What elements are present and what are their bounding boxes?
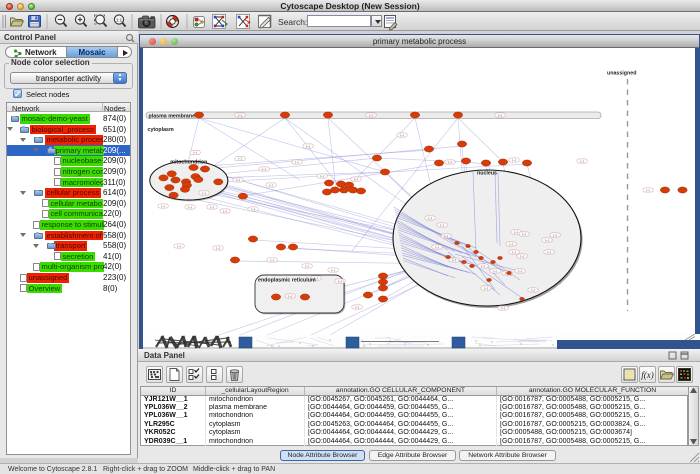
svg-text:[---]: [---] <box>355 305 360 309</box>
svg-text:[---]: [---] <box>522 232 527 236</box>
svg-text:[---]: [---] <box>501 306 506 310</box>
svg-text:[---]: [---] <box>646 188 651 192</box>
svg-text:mitochondrion: mitochondrion <box>170 160 207 166</box>
svg-text:[---]: [---] <box>238 157 243 161</box>
svg-text:[---]: [---] <box>251 207 256 211</box>
svg-text:[---]: [---] <box>545 238 550 242</box>
svg-text:[---]: [---] <box>354 177 359 181</box>
svg-text:[---]: [---] <box>320 174 325 178</box>
svg-text:[---]: [---] <box>210 205 215 209</box>
svg-text:plasma membrane: plasma membrane <box>149 113 196 119</box>
svg-text:[---]: [---] <box>518 269 523 273</box>
svg-text:[---]: [---] <box>512 158 517 162</box>
svg-text:[---]: [---] <box>331 268 336 272</box>
svg-text:[---]: [---] <box>553 233 558 237</box>
svg-text:[---]: [---] <box>236 178 241 182</box>
svg-text:[---]: [---] <box>305 264 310 268</box>
svg-text:nucleus: nucleus <box>477 171 497 177</box>
svg-text:[---]: [---] <box>452 258 457 262</box>
svg-text:[---]: [---] <box>400 133 405 137</box>
svg-text:[---]: [---] <box>520 254 525 258</box>
svg-text:[---]: [---] <box>580 159 585 163</box>
svg-text:[---]: [---] <box>514 230 519 234</box>
svg-text:[---]: [---] <box>509 242 514 246</box>
svg-text:[---]: [---] <box>262 167 267 171</box>
svg-text:[---]: [---] <box>498 113 503 117</box>
svg-text:[---]: [---] <box>444 234 449 238</box>
svg-text:[---]: [---] <box>177 244 182 248</box>
svg-text:endoplasmic reticulum: endoplasmic reticulum <box>258 278 316 284</box>
svg-text:[---]: [---] <box>481 264 486 268</box>
svg-text:cytoplasm: cytoplasm <box>148 127 174 133</box>
svg-text:[---]: [---] <box>435 245 440 249</box>
svg-text:[---]: [---] <box>428 216 433 220</box>
svg-text:[---]: [---] <box>295 160 300 164</box>
svg-text:[---]: [---] <box>547 250 552 254</box>
svg-text:1:1: 1:1 <box>116 17 123 22</box>
svg-text:[---]: [---] <box>493 269 498 273</box>
svg-text:[---]: [---] <box>484 286 489 290</box>
svg-text:[---]: [---] <box>338 279 343 283</box>
svg-text:f(x): f(x) <box>641 370 654 380</box>
svg-text:[---]: [---] <box>202 191 207 195</box>
svg-text:[---]: [---] <box>223 209 228 213</box>
svg-text:[---]: [---] <box>306 144 311 148</box>
svg-text:[---]: [---] <box>238 113 243 117</box>
svg-text:[---]: [---] <box>288 294 293 298</box>
svg-text:[---]: [---] <box>440 223 445 227</box>
svg-text:[---]: [---] <box>512 250 517 254</box>
svg-text:[---]: [---] <box>193 151 198 155</box>
svg-text:[---]: [---] <box>270 258 275 262</box>
svg-text:[---]: [---] <box>369 113 374 117</box>
svg-text:unassigned: unassigned <box>607 71 636 77</box>
svg-text:[---]: [---] <box>531 288 536 292</box>
svg-text:[---]: [---] <box>161 204 166 208</box>
svg-text:[---]: [---] <box>448 160 453 164</box>
svg-text:[---]: [---] <box>269 183 274 187</box>
svg-text:[---]: [---] <box>188 205 193 209</box>
svg-text:[---]: [---] <box>216 246 221 250</box>
